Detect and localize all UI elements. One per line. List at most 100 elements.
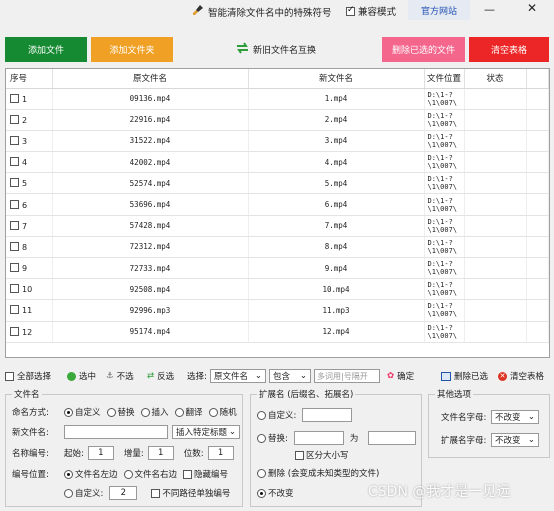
radio-icon[interactable] — [257, 468, 266, 478]
ext-custom-option[interactable]: 自定义: — [257, 409, 296, 421]
table-row[interactable]: 11 92996.mp3 11.mp3 D:\1-? \1\007\ — [6, 299, 549, 322]
table-row[interactable]: 6 53696.mp4 6.mp4 D:\1-? \1\007\ — [6, 193, 549, 216]
row-index-cell[interactable]: 12 — [6, 321, 53, 343]
field-select[interactable]: 原文件名 ⌄ — [210, 369, 266, 383]
position-custom-option[interactable]: 自定义: — [64, 487, 103, 499]
checkbox-icon[interactable] — [183, 469, 193, 479]
row-index-cell[interactable]: 3 — [6, 130, 53, 153]
select-all-checkbox[interactable]: 全部选择 — [5, 370, 51, 382]
row-checkbox[interactable] — [10, 326, 19, 336]
row-index-cell[interactable]: 10 — [6, 278, 53, 301]
ext-replace-to-input[interactable] — [368, 431, 417, 445]
swap-names-button[interactable]: 新旧文件名互换 — [232, 37, 320, 62]
start-input[interactable]: 1 — [87, 446, 114, 460]
row-checkbox[interactable] — [10, 220, 19, 230]
row-checkbox[interactable] — [10, 263, 19, 273]
new-name-input[interactable] — [64, 425, 168, 439]
row-checkbox[interactable] — [10, 305, 19, 315]
naming-option-custom[interactable]: 自定义 — [64, 406, 101, 418]
radio-icon[interactable] — [174, 407, 184, 417]
table-row[interactable]: 3 31522.mp4 3.mp4 D:\1-? \1\007\ — [6, 130, 549, 153]
add-file-button[interactable]: 添加文件 — [5, 37, 87, 62]
match-select[interactable]: 包含 ⌄ — [269, 369, 311, 383]
radio-icon[interactable] — [106, 407, 116, 417]
row-checkbox[interactable] — [10, 199, 19, 209]
naming-option-insert[interactable]: 插入 — [140, 406, 169, 418]
compat-check-icon[interactable] — [346, 5, 355, 16]
row-checkbox[interactable] — [10, 284, 19, 294]
ext-custom-input[interactable] — [302, 408, 353, 422]
table-row[interactable]: 1 09136.mp4 1.mp4 D:\1-? \1\007\ — [6, 88, 549, 110]
col-header-index[interactable]: 序号 — [6, 69, 53, 89]
position-right-option[interactable]: 文件名右边 — [123, 468, 177, 480]
row-index-cell[interactable]: 8 — [6, 236, 53, 259]
increment-input[interactable]: 1 — [147, 446, 174, 460]
table-row[interactable]: 4 42002.mp4 4.mp4 D:\1-? \1\007\ — [6, 151, 549, 174]
digits-input[interactable]: 1 — [207, 446, 234, 460]
radio-icon[interactable] — [123, 469, 133, 479]
ext-no-change-option[interactable]: 不改变 — [257, 487, 294, 499]
hide-number-checkbox[interactable]: 隐藏编号 — [183, 468, 228, 480]
add-folder-button[interactable]: 添加文件夹 — [91, 37, 173, 62]
clear-table-button[interactable]: 清空表格 — [469, 37, 549, 62]
table-row[interactable]: 8 72312.mp4 8.mp4 D:\1-? \1\007\ — [6, 236, 549, 259]
row-index-cell[interactable]: 11 — [6, 299, 53, 322]
col-header-location[interactable]: 文件位置 — [424, 69, 465, 89]
ext-case-select[interactable]: 不改变 ⌄ — [491, 433, 539, 447]
row-checkbox[interactable] — [10, 114, 19, 124]
row-checkbox[interactable] — [10, 93, 19, 103]
insert-title-select[interactable]: 插入特定标题 ⌄ — [172, 425, 240, 439]
table-row[interactable]: 7 57428.mp4 7.mp4 D:\1-? \1\007\ — [6, 215, 549, 237]
checkbox-icon[interactable] — [295, 450, 304, 460]
radio-icon[interactable] — [208, 407, 218, 417]
ext-delete-option[interactable]: 删除 (会变成未知类型的文件) — [257, 467, 379, 479]
clear-table-small-button[interactable]: ✕ 清空表格 — [498, 370, 544, 382]
table-row[interactable]: 10 92508.mp4 10.mp4 D:\1-? \1\007\ — [6, 278, 549, 301]
row-checkbox[interactable] — [10, 241, 19, 251]
row-index-cell[interactable]: 9 — [6, 257, 53, 280]
radio-icon[interactable] — [257, 410, 266, 420]
close-button[interactable]: ✕ — [527, 1, 537, 15]
row-index-cell[interactable]: 6 — [6, 193, 53, 216]
col-header-original-name[interactable]: 原文件名 — [52, 69, 249, 89]
col-header-new-name[interactable]: 新文件名 — [248, 69, 425, 89]
row-index-cell[interactable]: 2 — [6, 109, 53, 131]
row-index-cell[interactable]: 5 — [6, 172, 53, 195]
position-left-option[interactable]: 文件名左边 — [64, 468, 118, 480]
table-row[interactable]: 12 95174.mp4 12.mp4 D:\1-? \1\007\ — [6, 321, 549, 343]
deselect-button[interactable]: ⚓ 不选 — [106, 370, 134, 382]
radio-icon[interactable] — [64, 469, 73, 479]
row-checkbox[interactable] — [10, 157, 19, 167]
radio-icon[interactable] — [257, 488, 266, 498]
compat-mode-checkbox[interactable]: 兼容模式 — [346, 4, 396, 18]
naming-option-translate[interactable]: 翻译 — [174, 406, 203, 418]
name-case-select[interactable]: 不改变 ⌄ — [491, 410, 539, 424]
separate-path-numbering-checkbox[interactable]: 不同路径单独编号 — [151, 487, 230, 499]
position-custom-input[interactable]: 2 — [109, 486, 138, 500]
case-sensitive-checkbox[interactable]: 区分大小写 — [295, 449, 349, 461]
row-index-cell[interactable]: 4 — [6, 151, 53, 174]
select-all-check-icon[interactable] — [5, 371, 14, 381]
naming-option-random[interactable]: 随机 — [208, 406, 237, 418]
table-row[interactable]: 2 22916.mp4 2.mp4 D:\1-? \1\007\ — [6, 109, 549, 131]
radio-icon[interactable] — [64, 407, 73, 417]
keyword-input[interactable]: 多词用|号隔开 — [314, 369, 380, 383]
minimize-button[interactable]: — — [484, 3, 495, 16]
row-checkbox[interactable] — [10, 178, 19, 188]
delete-selected-files-button[interactable]: 删除已选的文件 — [382, 37, 465, 62]
table-row[interactable]: 5 52574.mp4 5.mp4 D:\1-? \1\007\ — [6, 172, 549, 195]
radio-icon[interactable] — [64, 488, 73, 498]
radio-icon[interactable] — [257, 433, 266, 443]
row-checkbox[interactable] — [10, 135, 19, 145]
website-button[interactable]: 官方网站 — [408, 0, 470, 20]
checkbox-icon[interactable] — [151, 488, 161, 498]
ext-replace-option[interactable]: 替换: — [257, 432, 288, 444]
row-index-cell[interactable]: 7 — [6, 215, 53, 237]
confirm-button[interactable]: ✿ 确定 — [387, 370, 414, 382]
select-button[interactable]: 选中 — [67, 370, 96, 382]
col-header-status[interactable]: 状态 — [464, 69, 527, 89]
row-index-cell[interactable]: 1 — [6, 88, 53, 110]
invert-button[interactable]: ⇄ 反选 — [147, 370, 174, 382]
naming-option-replace[interactable]: 替换 — [106, 406, 135, 418]
radio-icon[interactable] — [140, 407, 150, 417]
